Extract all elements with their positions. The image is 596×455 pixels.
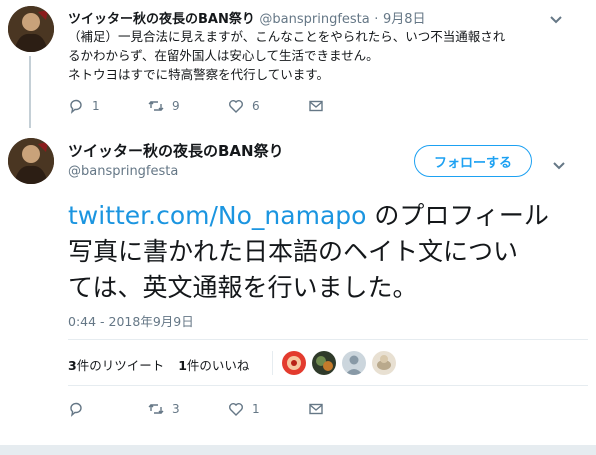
retweet-button[interactable]: 3 bbox=[148, 401, 228, 417]
avatar-image bbox=[8, 6, 54, 52]
follow-button[interactable]: フォローする bbox=[414, 145, 532, 177]
text-line: 写真に書かれた日本語のヘイト文につい bbox=[68, 237, 519, 266]
avatar[interactable] bbox=[282, 351, 306, 375]
retweets-number: 3 bbox=[68, 358, 77, 373]
text-segment: のプロフィール bbox=[366, 201, 549, 230]
like-icon bbox=[229, 403, 243, 416]
retweet-icon bbox=[148, 101, 164, 111]
divider bbox=[68, 385, 588, 386]
likes-number: 1 bbox=[178, 358, 187, 373]
like-count: 6 bbox=[252, 99, 260, 113]
retweets-stat[interactable]: 3件のリツイート bbox=[68, 355, 164, 374]
main-tweet-actions: 3 1 bbox=[68, 401, 388, 417]
avatar[interactable] bbox=[372, 351, 396, 375]
message-button[interactable] bbox=[308, 98, 388, 114]
reply-button[interactable] bbox=[68, 401, 148, 417]
likes-stat[interactable]: 1件のいいね bbox=[178, 355, 249, 374]
reply-icon bbox=[70, 402, 82, 417]
retweet-count: 3 bbox=[172, 402, 180, 416]
text-line: るかわからず、在留外国人は安心して生活できません。 bbox=[68, 48, 379, 63]
divider bbox=[68, 339, 588, 340]
tweet-date[interactable]: 9月8日 bbox=[383, 12, 426, 27]
retweet-button[interactable]: 9 bbox=[148, 98, 228, 114]
avatar-image bbox=[8, 138, 54, 184]
author-handle[interactable]: @banspringfesta bbox=[68, 164, 178, 179]
thread-line bbox=[29, 56, 31, 128]
timeline-separator bbox=[0, 445, 596, 455]
avatar[interactable] bbox=[8, 6, 54, 52]
reply-tweet-actions: 1 9 6 bbox=[68, 98, 388, 114]
reply-tweet-text: （補足）一見合法に見えますが、こんなことをやられたら、いつ不当通報され るかわか… bbox=[68, 27, 588, 84]
avatar[interactable] bbox=[342, 351, 366, 375]
stats-divider bbox=[272, 351, 273, 375]
message-icon bbox=[309, 100, 323, 112]
main-tweet-text: twitter.com/No_namapo のプロフィール 写真に書かれた日本語… bbox=[68, 198, 588, 306]
retweet-count: 9 bbox=[172, 99, 180, 113]
message-button[interactable] bbox=[308, 401, 388, 417]
avatar[interactable] bbox=[312, 351, 336, 375]
tweet-stats: 3件のリツイート 1件のいいね bbox=[68, 355, 249, 374]
author-name[interactable]: ツイッター秋の夜長のBAN祭り bbox=[68, 140, 284, 161]
liker-avatars bbox=[282, 351, 396, 375]
retweet-icon bbox=[148, 404, 164, 414]
tweet-timestamp[interactable]: 0:44 - 2018年9月9日 bbox=[68, 311, 194, 330]
author-name[interactable]: ツイッター秋の夜長のBAN祭り bbox=[68, 12, 255, 27]
profile-link[interactable]: twitter.com/No_namapo bbox=[68, 201, 366, 230]
like-button[interactable]: 1 bbox=[228, 401, 308, 417]
chevron-down-icon[interactable] bbox=[552, 156, 566, 175]
reply-button[interactable]: 1 bbox=[68, 98, 148, 114]
text-line: ネトウヨはすでに特高警察を代行しています。 bbox=[68, 67, 330, 82]
reply-count: 1 bbox=[92, 99, 100, 113]
retweets-label: 件のリツイート bbox=[76, 358, 165, 373]
likes-label: 件のいいね bbox=[186, 358, 250, 373]
like-count: 1 bbox=[252, 402, 260, 416]
like-icon bbox=[229, 100, 243, 113]
text-line: ては、英文通報を行いました。 bbox=[68, 273, 418, 302]
reply-icon bbox=[70, 99, 82, 114]
avatar[interactable] bbox=[8, 138, 54, 184]
reply-tweet-header: ツイッター秋の夜長のBAN祭り @banspringfesta · 9月8日 bbox=[68, 8, 425, 27]
separator: · bbox=[374, 12, 379, 27]
author-handle[interactable]: @banspringfesta bbox=[259, 12, 369, 27]
text-line: （補足）一見合法に見えますが、こんなことをやられたら、いつ不当通報され bbox=[68, 29, 506, 44]
text-line: twitter.com/No_namapo のプロフィール bbox=[68, 198, 588, 234]
message-icon bbox=[309, 403, 323, 415]
like-button[interactable]: 6 bbox=[228, 98, 308, 114]
